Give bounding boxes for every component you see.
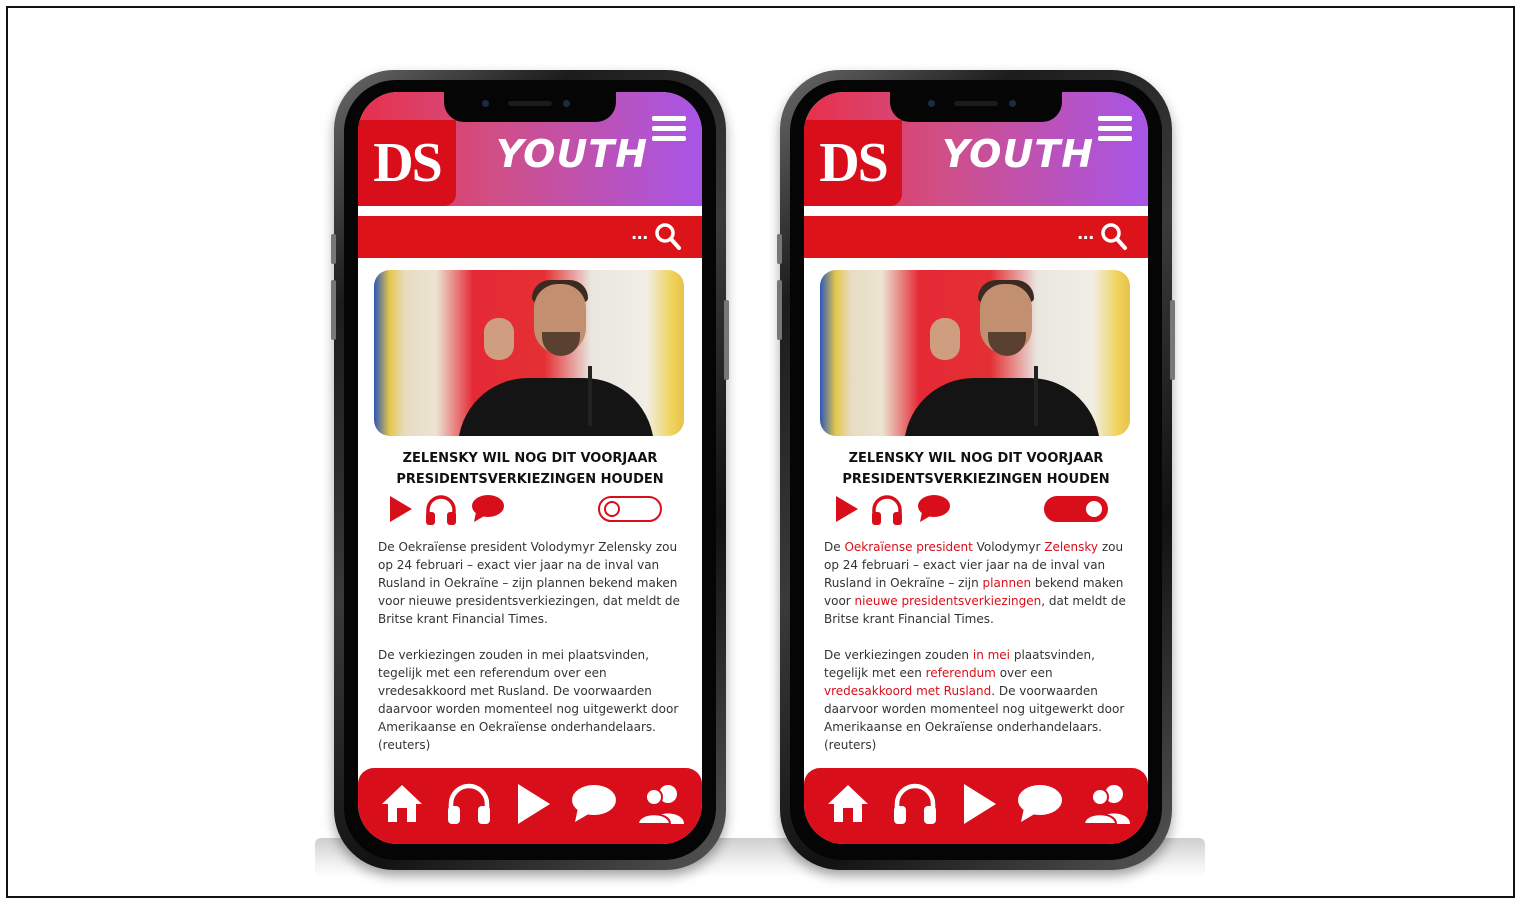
home-icon[interactable] [380,782,424,824]
ds-logo[interactable]: DS [804,120,902,206]
play-icon[interactable] [388,494,414,524]
photo-speaker-body [458,378,654,436]
phone-screen: DS YOUTH ... ZELENSKY WIL NOG DIT VOORJA… [358,92,702,844]
text-run: Volodymyr [972,540,1045,554]
phone-side-button [1170,300,1175,380]
search-icon[interactable] [1100,222,1128,252]
headphones-icon[interactable] [892,782,938,826]
article-photo[interactable] [820,270,1130,436]
highlighted-term[interactable]: nieuwe presidentsverkiezingen [855,594,1042,608]
photo-microphone [588,366,592,426]
headphones-icon[interactable] [870,494,904,526]
speech-bubble-icon[interactable] [570,782,618,824]
text-run: De [824,540,845,554]
speech-bubble-icon[interactable] [1016,782,1064,824]
article-paragraph: De Oekraïense president Volodymyr Zelens… [824,538,1134,628]
text-run: over een [995,666,1053,680]
photo-speaker-body [904,378,1100,436]
play-icon[interactable] [834,494,860,524]
phone-mockup-highlighted: DS YOUTH ... ZELENSKY WIL NOG DIT VOORJA… [777,70,1175,870]
article-body: De Oekraïense president Volodymyr Zelens… [378,538,688,772]
camera-dot [928,100,935,107]
ds-logo[interactable]: DS [358,120,456,206]
phone-notch [890,92,1062,122]
phone-side-button [777,280,782,340]
highlighted-term[interactable]: in mei [973,648,1010,662]
article-paragraph: De verkiezingen zouden in mei plaatsvind… [378,648,679,752]
phone-screen: DS YOUTH ... ZELENSKY WIL NOG DIT VOORJA… [804,92,1148,844]
speaker-grille [508,101,552,106]
photo-hand [930,318,960,360]
photo-beard [988,332,1026,356]
article-actions [388,494,672,526]
highlighted-term[interactable]: plannen [983,576,1032,590]
users-icon[interactable] [1082,782,1132,826]
phone-side-button [724,300,729,380]
headline-line: PRESIDENTSVERKIEZINGEN HOUDEN [396,472,664,487]
camera-dot [1009,100,1016,107]
headline-line: ZELENSKY WIL NOG DIT VOORJAAR [402,451,658,466]
phone-side-button [331,234,336,264]
youth-brand-title: YOUTH [496,132,649,176]
camera-dot [482,100,489,107]
search-placeholder: ... [631,222,648,244]
speaker-grille [954,101,998,106]
highlight-toggle[interactable] [1044,496,1108,522]
headphones-icon[interactable] [446,782,492,826]
text-run: De verkiezingen zouden [824,648,973,662]
highlighted-term[interactable]: vredesakkoord met Rusland [824,684,991,698]
toggle-knob [604,501,620,517]
toggle-knob [1086,501,1102,517]
phone-mockup-plain: DS YOUTH ... ZELENSKY WIL NOG DIT VOORJA… [331,70,729,870]
article-headline[interactable]: ZELENSKY WIL NOG DIT VOORJAAR PRESIDENTS… [824,448,1128,490]
phone-notch [444,92,616,122]
bottom-navigation [358,768,702,844]
article-paragraph: De Oekraïense president Volodymyr Zelens… [378,540,680,626]
headline-line: ZELENSKY WIL NOG DIT VOORJAAR [848,451,1104,466]
search-bar[interactable]: ... [358,216,702,258]
search-bar[interactable]: ... [804,216,1148,258]
figure-frame [6,6,1515,898]
hamburger-menu-icon[interactable] [652,116,686,144]
bottom-navigation [804,768,1148,844]
headline-line: PRESIDENTSVERKIEZINGEN HOUDEN [842,472,1110,487]
phone-side-button [331,280,336,340]
play-icon[interactable] [962,782,998,826]
article-paragraph: De verkiezingen zouden in mei plaatsvind… [824,646,1134,754]
speech-bubble-icon[interactable] [470,494,506,524]
users-icon[interactable] [636,782,686,826]
camera-dot [563,100,570,107]
highlight-toggle[interactable] [598,496,662,522]
search-placeholder: ... [1077,222,1094,244]
highlighted-term[interactable]: Oekraïense president [844,540,972,554]
headphones-icon[interactable] [424,494,458,526]
hamburger-menu-icon[interactable] [1098,116,1132,144]
photo-microphone [1034,366,1038,426]
home-icon[interactable] [826,782,870,824]
search-icon[interactable] [654,222,682,252]
speech-bubble-icon[interactable] [916,494,952,524]
phone-side-button [777,234,782,264]
youth-brand-title: YOUTH [942,132,1095,176]
article-actions [834,494,1118,526]
article-body: De Oekraïense president Volodymyr Zelens… [824,538,1134,772]
photo-hand [484,318,514,360]
highlighted-term[interactable]: referendum [926,666,996,680]
play-icon[interactable] [516,782,552,826]
article-headline[interactable]: ZELENSKY WIL NOG DIT VOORJAAR PRESIDENTS… [378,448,682,490]
highlighted-term[interactable]: Zelensky [1044,540,1098,554]
photo-beard [542,332,580,356]
article-photo[interactable] [374,270,684,436]
